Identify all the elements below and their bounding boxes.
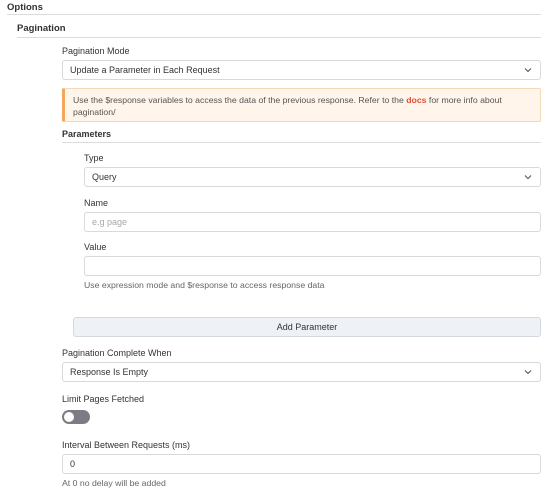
pagination-divider bbox=[17, 37, 541, 38]
toggle-knob bbox=[64, 412, 74, 422]
pagination-complete-label: Pagination Complete When bbox=[62, 348, 172, 358]
parameter-name-field[interactable] bbox=[92, 217, 533, 227]
parameter-name-input[interactable] bbox=[84, 212, 541, 232]
pagination-title: Pagination bbox=[17, 23, 66, 34]
parameters-divider bbox=[62, 142, 541, 143]
parameter-value-field[interactable] bbox=[92, 261, 533, 271]
response-variables-notice: Use the $response variables to access th… bbox=[62, 88, 541, 122]
parameter-value-input[interactable] bbox=[84, 256, 541, 276]
parameter-type-value: Query bbox=[92, 172, 117, 182]
parameter-value-hint: Use expression mode and $response to acc… bbox=[84, 280, 325, 290]
pagination-mode-select[interactable]: Update a Parameter in Each Request bbox=[62, 60, 541, 80]
interval-hint: At 0 no delay will be added bbox=[62, 478, 166, 488]
options-divider bbox=[7, 14, 541, 15]
chevron-down-icon bbox=[524, 370, 532, 375]
options-title: Options bbox=[7, 2, 43, 13]
interval-field[interactable] bbox=[70, 459, 533, 469]
parameters-title: Parameters bbox=[62, 129, 112, 139]
limit-pages-label: Limit Pages Fetched bbox=[62, 394, 145, 404]
add-parameter-button[interactable]: Add Parameter bbox=[73, 317, 541, 337]
pagination-mode-label: Pagination Mode bbox=[62, 46, 130, 56]
interval-label: Interval Between Requests (ms) bbox=[62, 440, 191, 450]
pagination-complete-value: Response Is Empty bbox=[70, 367, 149, 377]
parameter-value-label: Value bbox=[84, 242, 107, 252]
chevron-down-icon bbox=[524, 68, 532, 73]
notice-text-before: Use the $response variables to access th… bbox=[73, 95, 407, 105]
limit-pages-toggle[interactable] bbox=[62, 410, 90, 424]
interval-input[interactable] bbox=[62, 454, 541, 474]
parameter-type-label: Type bbox=[84, 153, 104, 163]
parameter-type-select[interactable]: Query bbox=[84, 167, 541, 187]
chevron-down-icon bbox=[524, 175, 532, 180]
docs-link[interactable]: docs bbox=[406, 95, 426, 105]
parameter-name-label: Name bbox=[84, 198, 109, 208]
pagination-complete-select[interactable]: Response Is Empty bbox=[62, 362, 541, 382]
pagination-mode-value: Update a Parameter in Each Request bbox=[70, 65, 220, 75]
